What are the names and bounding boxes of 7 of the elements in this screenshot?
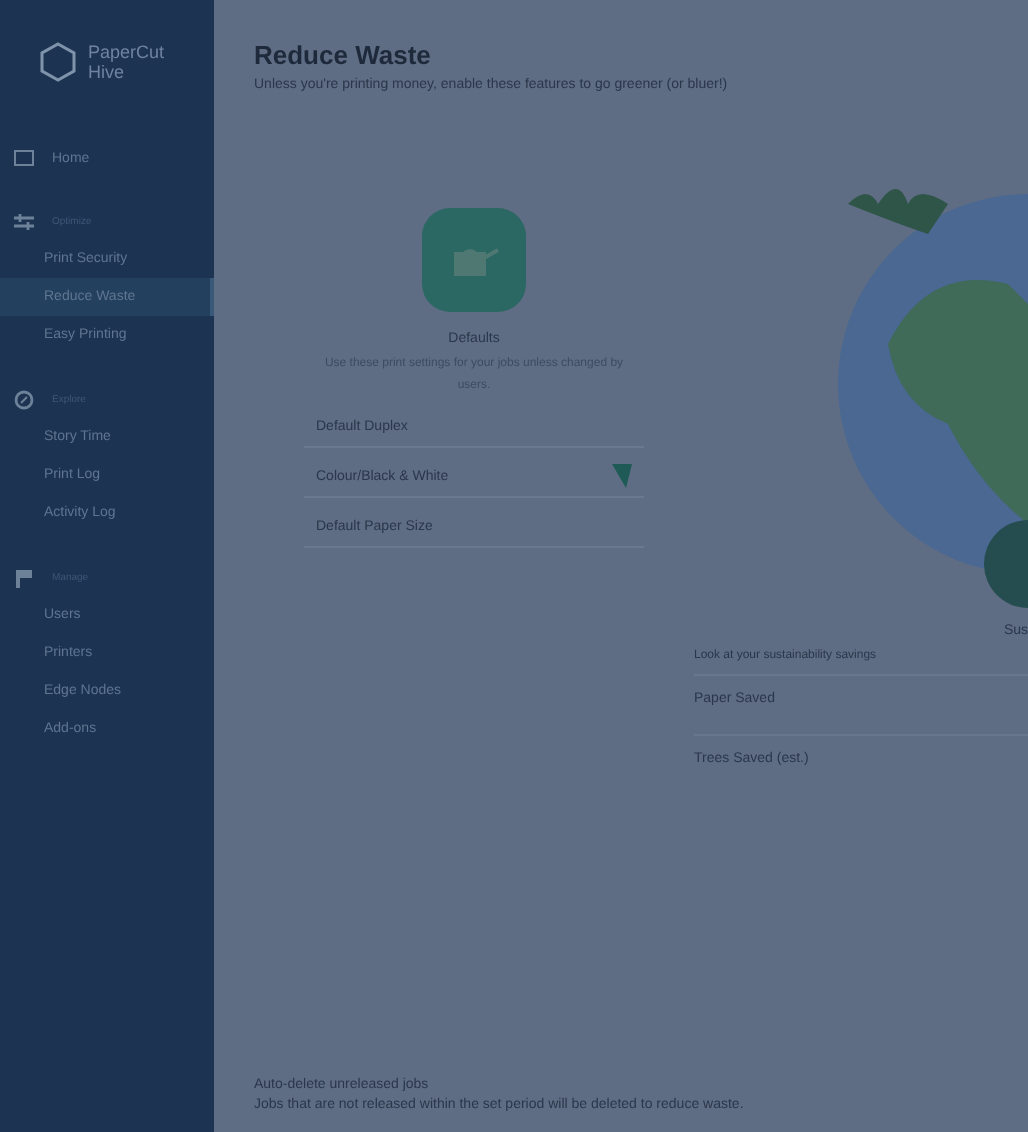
page-title: Reduce Waste bbox=[254, 40, 433, 70]
sliders-icon bbox=[14, 212, 34, 232]
compass-icon bbox=[14, 390, 34, 410]
product-name: Hive bbox=[88, 62, 127, 82]
hexagon-logo-icon bbox=[36, 40, 80, 84]
dropdown-icon bbox=[612, 464, 632, 488]
logo-text: PaperCut bbox=[88, 42, 165, 62]
